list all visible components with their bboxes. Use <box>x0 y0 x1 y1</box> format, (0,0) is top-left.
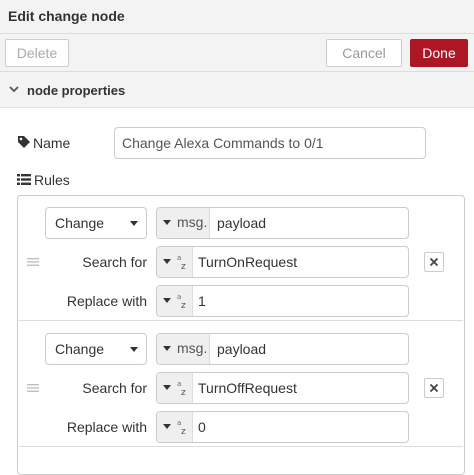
svg-text:a: a <box>177 419 181 427</box>
search-type-button[interactable]: a z <box>157 373 193 403</box>
node-properties-header[interactable]: node properties <box>0 72 474 108</box>
target-type-label: msg. <box>177 340 208 356</box>
caret-down-icon <box>163 346 171 351</box>
dialog-titlebar: Edit change node <box>0 0 474 34</box>
target-value: payload <box>217 341 267 357</box>
name-input[interactable] <box>114 127 426 159</box>
rule-item: Change msg. payload Search for a z TurnO… <box>19 197 463 321</box>
rule-action-value: Change <box>55 341 105 357</box>
caret-down-icon <box>163 298 171 303</box>
replace-input[interactable]: a z 0 <box>156 411 409 443</box>
cancel-button[interactable]: Cancel <box>326 39 402 67</box>
svg-text:z: z <box>181 388 186 397</box>
tag-icon <box>18 136 30 148</box>
replace-value: 0 <box>198 419 206 435</box>
done-button[interactable]: Done <box>410 39 468 67</box>
close-icon <box>430 258 438 266</box>
caret-down-icon <box>163 220 171 225</box>
svg-text:z: z <box>181 301 186 310</box>
dialog-toolbar: Delete Cancel Done <box>0 34 474 72</box>
dialog-title: Edit change node <box>8 8 125 24</box>
name-label: Name <box>33 135 71 151</box>
list-icon <box>17 174 31 185</box>
close-icon <box>430 384 438 392</box>
remove-rule-button[interactable] <box>424 378 444 398</box>
svg-text:a: a <box>177 254 181 262</box>
rules-list: Change msg. payload Search for a z TurnO… <box>17 195 465 475</box>
string-type-icon: a z <box>177 419 186 436</box>
replace-input[interactable]: a z 1 <box>156 285 409 317</box>
remove-rule-button[interactable] <box>424 252 444 272</box>
caret-down-icon <box>163 424 171 429</box>
rule-action-select[interactable]: Change <box>45 207 147 239</box>
rule-action-value: Change <box>55 215 105 231</box>
caret-down-icon <box>163 385 171 390</box>
string-type-icon: a z <box>177 293 186 310</box>
caret-down-icon <box>130 347 138 352</box>
caret-down-icon <box>163 259 171 264</box>
target-type-button[interactable]: msg. <box>157 208 210 238</box>
search-label: Search for <box>82 380 147 396</box>
replace-type-button[interactable]: a z <box>157 412 193 442</box>
string-type-icon: a z <box>177 254 186 271</box>
search-input[interactable]: a z TurnOffRequest <box>156 372 409 404</box>
target-type-button[interactable]: msg. <box>157 334 210 364</box>
chevron-down-icon <box>9 86 19 93</box>
svg-text:z: z <box>181 427 186 436</box>
search-value: TurnOnRequest <box>198 254 298 270</box>
search-label: Search for <box>82 254 147 270</box>
delete-button[interactable]: Delete <box>5 39 69 67</box>
rule-target-input[interactable]: msg. payload <box>156 333 409 365</box>
rule-target-input[interactable]: msg. payload <box>156 207 409 239</box>
search-input[interactable]: a z TurnOnRequest <box>156 246 409 278</box>
replace-value: 1 <box>198 293 206 309</box>
target-value: payload <box>217 215 267 231</box>
replace-label: Replace with <box>66 419 147 435</box>
rules-label: Rules <box>34 172 70 188</box>
svg-text:a: a <box>177 380 181 388</box>
svg-text:z: z <box>181 262 186 271</box>
caret-down-icon <box>130 221 138 226</box>
search-type-button[interactable]: a z <box>157 247 193 277</box>
rule-action-select[interactable]: Change <box>45 333 147 365</box>
svg-text:a: a <box>177 293 181 301</box>
rule-item: Change msg. payload Search for a z TurnO… <box>19 323 463 447</box>
search-value: TurnOffRequest <box>198 380 297 396</box>
replace-label: Replace with <box>66 293 147 309</box>
replace-type-button[interactable]: a z <box>157 286 193 316</box>
section-label: node properties <box>27 83 126 98</box>
string-type-icon: a z <box>177 380 186 397</box>
target-type-label: msg. <box>177 214 208 230</box>
